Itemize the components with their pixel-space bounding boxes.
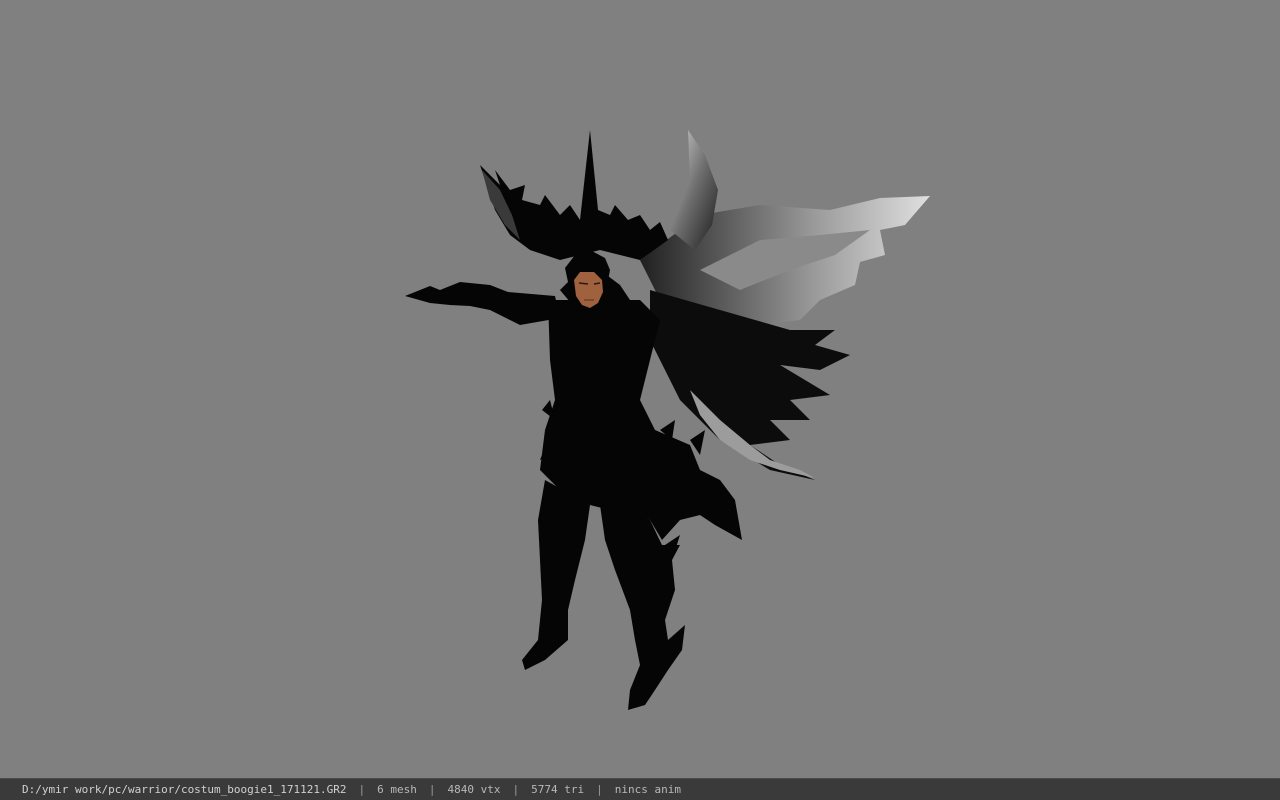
separator: | [358, 783, 366, 796]
left-wing [480, 130, 668, 260]
status-bar: D:/ymir work/pc/warrior/costum_boogie1_1… [0, 778, 1280, 800]
right-wing [640, 130, 930, 480]
triangle-count: 5774 tri [531, 783, 585, 796]
separator: | [512, 783, 520, 796]
separator: | [596, 783, 603, 796]
file-path: D:/ymir work/pc/warrior/costum_boogie1_1… [22, 783, 347, 796]
separator: | [428, 783, 436, 796]
3d-viewport[interactable] [0, 0, 1280, 778]
animation-status: nincs anim [614, 783, 681, 796]
vertex-count: 4840 vtx [447, 783, 501, 796]
character-model[interactable] [0, 0, 1280, 778]
mesh-count: 6 mesh [377, 783, 417, 796]
